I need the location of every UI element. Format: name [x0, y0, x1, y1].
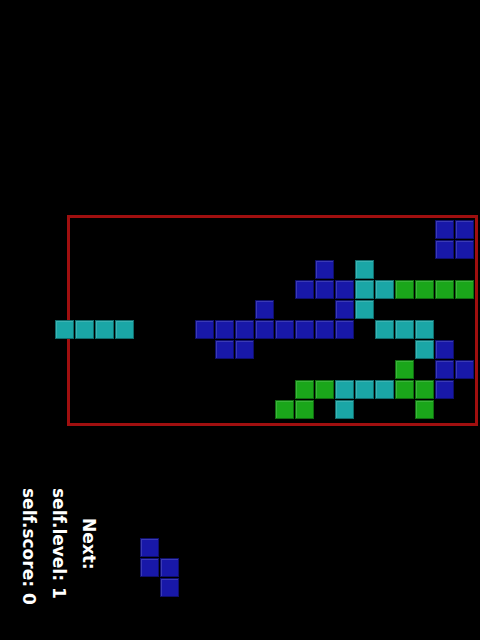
board-block — [315, 260, 334, 279]
board-block — [275, 320, 294, 339]
board-block — [435, 380, 454, 399]
score-label: self.score: 0 — [20, 488, 38, 605]
board-block — [455, 280, 474, 299]
board-block — [435, 280, 454, 299]
next-block — [160, 558, 179, 577]
board-block — [395, 380, 414, 399]
board-block — [415, 320, 434, 339]
board-block — [215, 340, 234, 359]
falling-block — [55, 320, 74, 339]
board-block — [335, 400, 354, 419]
board-block — [455, 360, 474, 379]
board-block — [255, 320, 274, 339]
board-block — [415, 400, 434, 419]
board-block — [375, 280, 394, 299]
board-block — [335, 380, 354, 399]
board-block — [395, 360, 414, 379]
board-block — [435, 240, 454, 259]
board-block — [295, 320, 314, 339]
board-block — [415, 280, 434, 299]
board-block — [375, 380, 394, 399]
board-block — [295, 280, 314, 299]
board-block — [355, 380, 374, 399]
board-block — [295, 380, 314, 399]
board-block — [315, 280, 334, 299]
board-block — [215, 320, 234, 339]
board-block — [355, 280, 374, 299]
board-block — [395, 280, 414, 299]
board-block — [355, 300, 374, 319]
board-block — [255, 300, 274, 319]
board-block — [435, 220, 454, 239]
level-label: self.level: 1 — [50, 488, 68, 599]
board-block — [415, 380, 434, 399]
board-block — [235, 320, 254, 339]
next-block — [160, 578, 179, 597]
next-block — [140, 558, 159, 577]
board-block — [315, 320, 334, 339]
board-block — [355, 260, 374, 279]
board-block — [235, 340, 254, 359]
falling-block — [75, 320, 94, 339]
board-block — [195, 320, 214, 339]
board-block — [295, 400, 314, 419]
game-board — [67, 215, 478, 426]
board-block — [435, 360, 454, 379]
game-screen: self.score: 0 self.level: 1 Next: — [0, 0, 480, 640]
board-block — [335, 280, 354, 299]
board-block — [435, 340, 454, 359]
falling-block — [95, 320, 114, 339]
board-block — [455, 240, 474, 259]
next-label: Next: — [80, 518, 98, 570]
next-block — [140, 538, 159, 557]
falling-block — [115, 320, 134, 339]
board-block — [275, 400, 294, 419]
board-block — [315, 380, 334, 399]
next-piece — [140, 538, 180, 598]
board-block — [335, 320, 354, 339]
board-block — [415, 340, 434, 359]
board-block — [375, 320, 394, 339]
board-block — [335, 300, 354, 319]
board-block — [395, 320, 414, 339]
board-block — [455, 220, 474, 239]
